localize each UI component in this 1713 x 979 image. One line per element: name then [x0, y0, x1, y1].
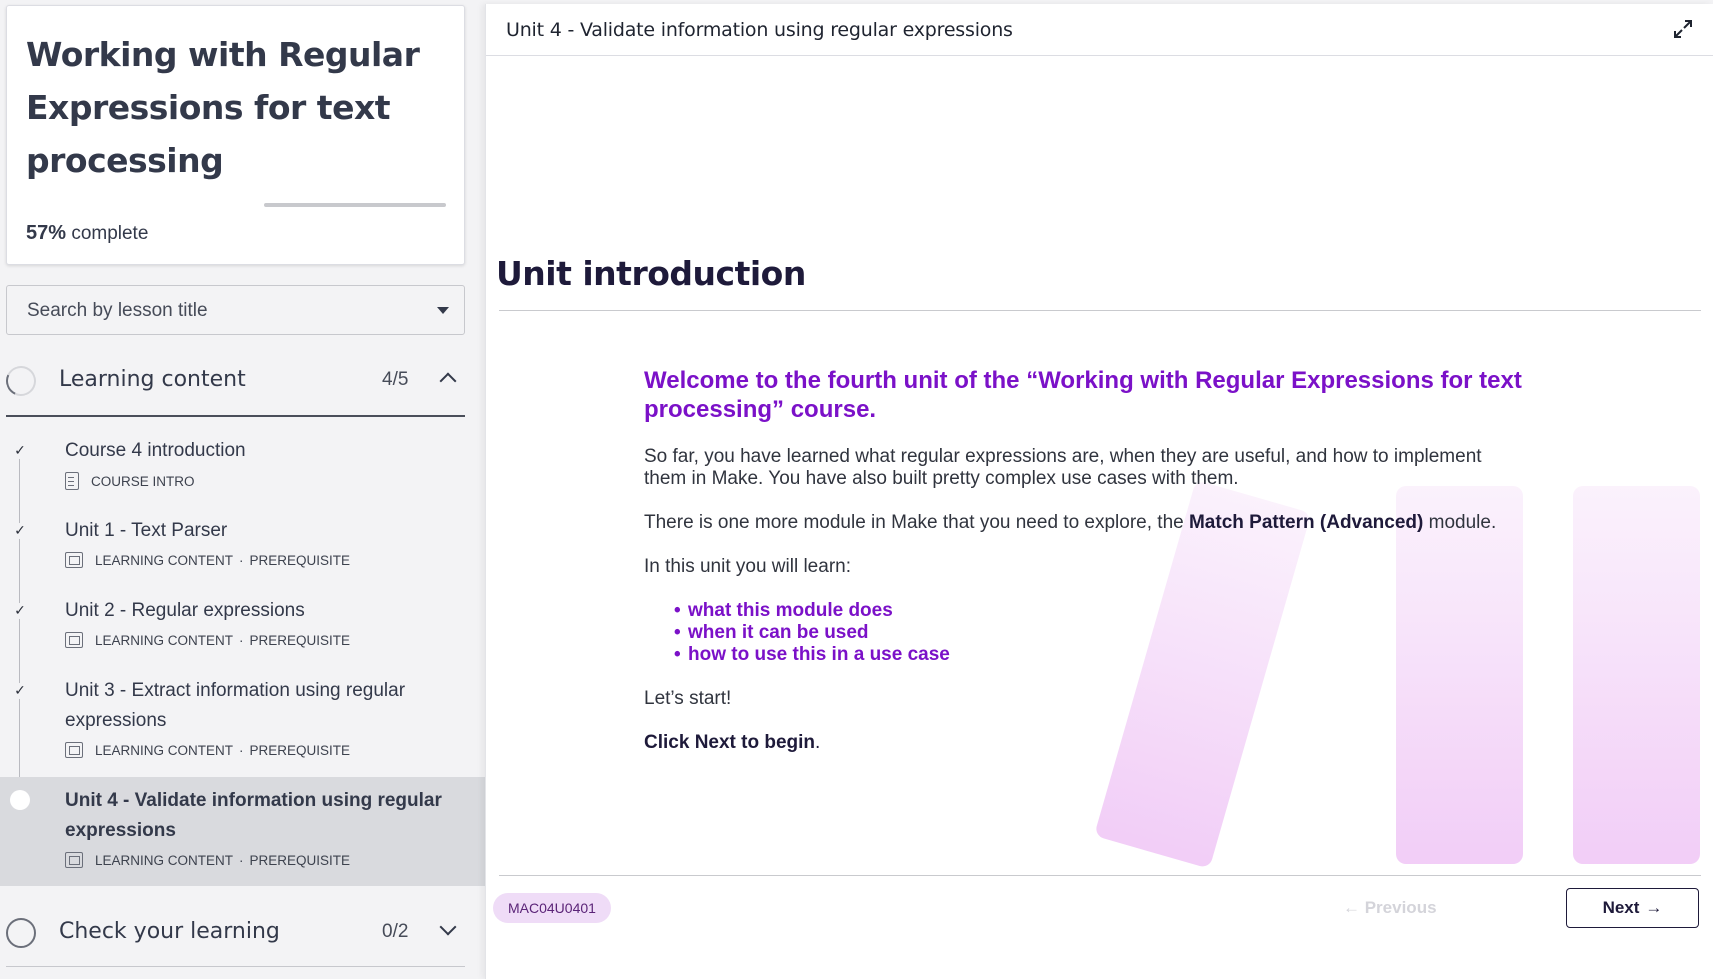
start-paragraph: Let’s start! — [644, 688, 732, 709]
cta-end: . — [815, 732, 821, 753]
check-icon: ✓ — [12, 443, 28, 459]
check-icon: ✓ — [12, 523, 28, 539]
arrow-right-icon: → — [1645, 898, 1663, 917]
course-sidebar: Working with Regular Expressions for tex… — [0, 0, 485, 979]
progress-suffix: complete — [71, 223, 149, 244]
lesson-meta: LEARNING CONTENT · PREREQUISITE — [65, 632, 350, 648]
lesson-title: Unit 3 - Extract information using regul… — [65, 680, 406, 731]
meta-separator: · — [239, 552, 244, 568]
objective-item: how to use this in a use case — [674, 644, 1524, 666]
lesson-tag: PREREQUISITE — [249, 852, 351, 868]
progress-bar — [264, 203, 446, 207]
learning-objectives: what this module does when it can be use… — [674, 600, 1524, 666]
module-paragraph-start: There is one more module in Make that yo… — [644, 512, 1189, 533]
section-check-your-learning[interactable]: Check your learning 0/2 — [6, 905, 465, 961]
lesson-meta: LEARNING CONTENT · PREREQUISITE — [65, 852, 350, 868]
meta-separator: · — [239, 852, 244, 868]
current-lesson-dot-icon — [10, 790, 30, 810]
lesson-type: LEARNING CONTENT — [95, 632, 234, 648]
progress-percent: 57% — [26, 222, 67, 244]
lesson-title: Unit 1 - Text Parser — [65, 520, 228, 541]
module-name: Match Pattern (Advanced) — [1188, 512, 1424, 533]
search-placeholder: Search by lesson title — [27, 300, 208, 321]
lesson-header: Unit 4 - Validate information using regu… — [486, 4, 1713, 56]
footer-divider — [499, 875, 1701, 876]
lesson-title: Unit 2 - Regular expressions — [65, 600, 305, 621]
next-button[interactable]: Next → — [1566, 888, 1699, 928]
section-divider — [6, 966, 465, 967]
section-learning-content[interactable]: Learning content 4/5 — [1, 353, 465, 409]
next-label: Next — [1602, 898, 1640, 917]
lesson-item-unit-2[interactable]: ✓ Unit 2 - Regular expressions LEARNING … — [0, 596, 485, 666]
lesson-search-dropdown[interactable]: Search by lesson title — [6, 285, 465, 335]
lesson-meta: LEARNING CONTENT · PREREQUISITE — [65, 552, 350, 568]
section-progress-ring-icon — [1, 361, 41, 401]
check-icon: ✓ — [12, 683, 28, 699]
course-title: Working with Regular Expressions for tex… — [26, 35, 420, 180]
decorative-shape — [1573, 486, 1700, 864]
lesson-item-unit-3[interactable]: ✓ Unit 3 - Extract information using reg… — [0, 676, 485, 776]
lesson-title: Course 4 introduction — [65, 440, 246, 461]
heading-divider — [499, 310, 1701, 311]
cta-text: Click Next to begin. — [644, 732, 1524, 754]
module-paragraph-end: module. — [1423, 512, 1497, 533]
module-paragraph: There is one more module in Make that yo… — [644, 512, 1524, 534]
unit-heading: Unit introduction — [496, 254, 806, 293]
learn-paragraph: In this unit you will learn: — [644, 556, 851, 577]
lesson-header-title: Unit 4 - Validate information using regu… — [506, 19, 1013, 41]
section-divider — [6, 415, 465, 417]
expand-icon[interactable] — [1672, 18, 1694, 40]
slides-icon — [65, 552, 83, 568]
progress-text: 57% complete — [26, 222, 148, 245]
lesson-meta: LEARNING CONTENT · PREREQUISITE — [65, 742, 350, 758]
slides-icon — [65, 852, 83, 868]
lesson-tag: PREREQUISITE — [249, 552, 351, 568]
lesson-type: COURSE INTRO — [91, 473, 195, 489]
meta-separator: · — [239, 632, 244, 648]
objective-item: when it can be used — [674, 622, 1524, 644]
lesson-code-badge: MAC04U0401 — [493, 893, 611, 923]
chevron-down-icon[interactable] — [439, 918, 457, 936]
cta-main: Click Next to begin — [644, 732, 816, 753]
check-icon: ✓ — [12, 603, 28, 619]
objective-item: what this module does — [674, 600, 1524, 622]
document-icon — [65, 472, 79, 490]
section-label: Check your learning — [59, 919, 280, 944]
previous-button[interactable]: ← Previous — [1343, 898, 1437, 918]
lesson-type: LEARNING CONTENT — [95, 742, 234, 758]
lesson-tag: PREREQUISITE — [249, 632, 351, 648]
lesson-item-unit-4[interactable]: Unit 4 - Validate information using regu… — [0, 777, 485, 886]
meta-separator: · — [239, 742, 244, 758]
section-count: 4/5 — [382, 369, 409, 390]
chevron-up-icon[interactable] — [439, 372, 457, 390]
section-progress-ring-icon — [6, 918, 36, 948]
section-label: Learning content — [59, 367, 246, 392]
lesson-item-course-intro[interactable]: ✓ Course 4 introduction COURSE INTRO — [0, 436, 485, 506]
lesson-tag: PREREQUISITE — [249, 742, 351, 758]
lesson-type: LEARNING CONTENT — [95, 552, 234, 568]
caret-down-icon — [437, 307, 449, 314]
lesson-type: LEARNING CONTENT — [95, 852, 234, 868]
section-count: 0/2 — [382, 921, 409, 942]
lesson-title: Unit 4 - Validate information using regu… — [65, 790, 442, 841]
intro-paragraph: So far, you have learned what regular ex… — [644, 446, 1482, 489]
slides-icon — [65, 632, 83, 648]
course-card: Working with Regular Expressions for tex… — [6, 5, 465, 265]
lesson-viewer: Unit 4 - Validate information using regu… — [485, 4, 1713, 979]
welcome-heading: Welcome to the fourth unit of the “Worki… — [644, 367, 1522, 423]
lesson-item-unit-1[interactable]: ✓ Unit 1 - Text Parser LEARNING CONTENT … — [0, 516, 485, 586]
lesson-meta: COURSE INTRO — [65, 472, 195, 490]
slides-icon — [65, 742, 83, 758]
lesson-content: Welcome to the fourth unit of the “Worki… — [644, 366, 1524, 754]
